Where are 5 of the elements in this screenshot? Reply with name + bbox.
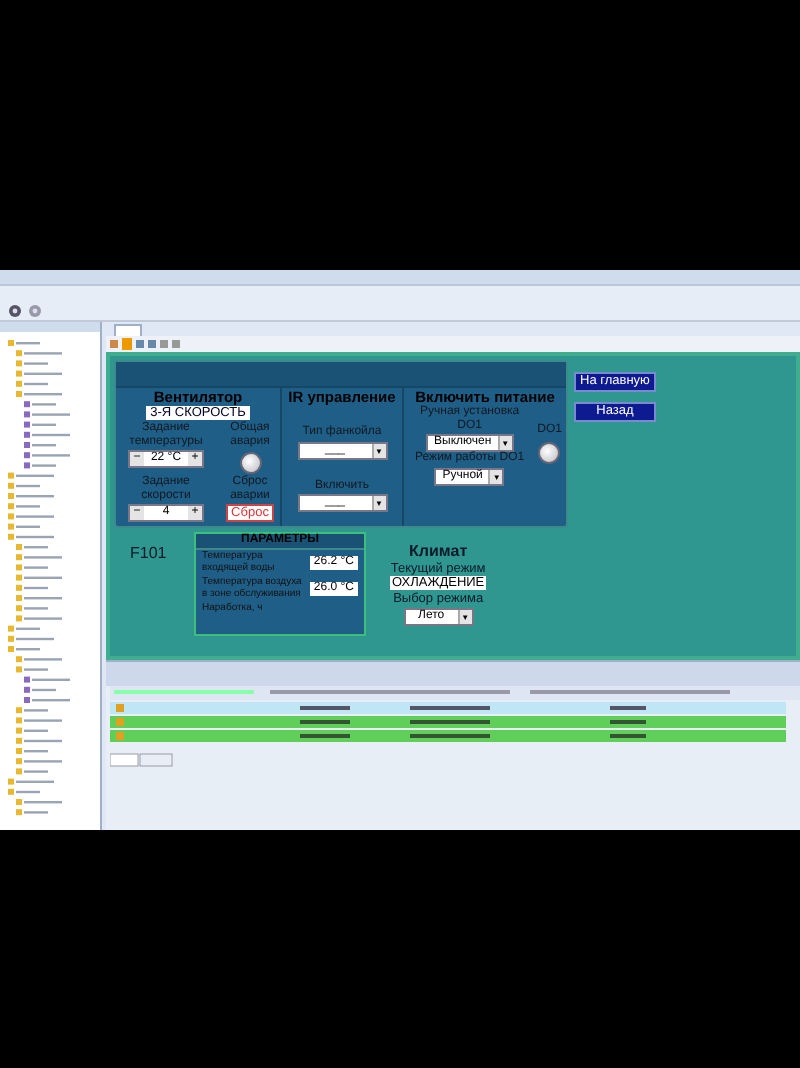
panel-header: [0, 322, 100, 332]
document-tab[interactable]: [114, 324, 142, 336]
toolbar-icons-drawing[interactable]: [110, 338, 182, 350]
section-title: Климат: [409, 542, 468, 560]
unit-label: F101: [130, 544, 169, 562]
